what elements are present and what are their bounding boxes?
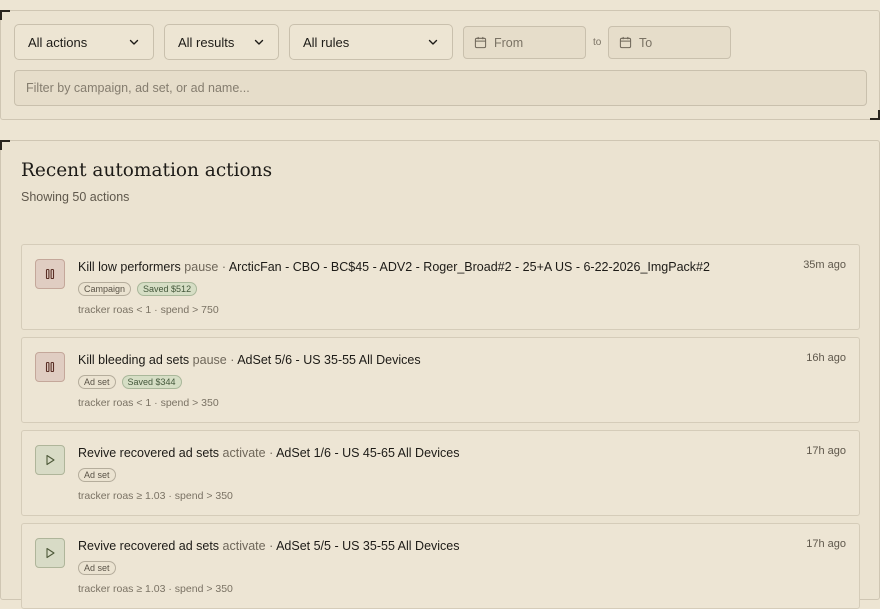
rule-name: Kill low performers bbox=[78, 260, 181, 274]
rule-name: Revive recovered ad sets bbox=[78, 539, 220, 553]
rule-condition: tracker roas ≥ 1.03 · spend > 350 bbox=[78, 583, 233, 595]
corner-mark-bottom-right bbox=[870, 110, 880, 120]
savings-badge: Saved $344 bbox=[121, 375, 182, 389]
action-target: AdSet 5/6 - US 35-55 All Devices bbox=[237, 353, 421, 367]
date-to-input[interactable]: To bbox=[608, 26, 731, 59]
play-icon bbox=[35, 445, 65, 475]
action-filter-value: All actions bbox=[28, 34, 88, 50]
date-from-input[interactable]: From bbox=[463, 26, 586, 59]
play-icon bbox=[35, 538, 65, 568]
rule-filter-select[interactable]: All rules bbox=[289, 24, 453, 60]
calendar-icon bbox=[619, 36, 632, 49]
rule-name: Revive recovered ad sets bbox=[78, 446, 220, 460]
rule-condition: tracker roas ≥ 1.03 · spend > 350 bbox=[78, 490, 233, 502]
level-badge: Campaign bbox=[78, 282, 132, 296]
action-target: AdSet 1/6 - US 45-65 All Devices bbox=[276, 446, 460, 460]
rule-condition: tracker roas < 1 · spend > 350 bbox=[78, 397, 219, 409]
chevron-down-icon bbox=[129, 39, 139, 45]
action-row[interactable]: Revive recovered ad sets activate · AdSe… bbox=[21, 523, 860, 609]
action-count: Showing 50 actions bbox=[21, 190, 130, 204]
result-filter-value: All results bbox=[178, 34, 235, 50]
savings-badge: Saved $512 bbox=[137, 282, 198, 296]
rule-name: Kill bleeding ad sets bbox=[78, 353, 190, 367]
action-summary: Revive recovered ad sets activate · AdSe… bbox=[78, 446, 460, 460]
action-summary: Kill low performers pause · ArcticFan - … bbox=[78, 260, 710, 274]
action-summary: Kill bleeding ad sets pause · AdSet 5/6 … bbox=[78, 353, 421, 367]
pause-icon bbox=[35, 352, 65, 382]
filter-panel: All actions All results All rules From t… bbox=[0, 10, 880, 120]
date-from-placeholder: From bbox=[494, 35, 524, 50]
recent-actions-panel: Recent automation actions Showing 50 act… bbox=[0, 140, 880, 609]
rule-filter-value: All rules bbox=[303, 34, 350, 50]
separator: · bbox=[221, 260, 227, 274]
date-to-placeholder: To bbox=[639, 35, 653, 50]
badge-group: Ad set bbox=[78, 468, 116, 482]
badge-group: Ad set bbox=[78, 561, 116, 575]
action-target: ArcticFan - CBO - BC$45 - ADV2 - Roger_B… bbox=[228, 260, 710, 274]
result-filter-select[interactable]: All results bbox=[164, 24, 279, 60]
level-badge: Ad set bbox=[78, 468, 116, 482]
search-input[interactable] bbox=[14, 70, 867, 106]
badge-group: Campaign Saved $512 bbox=[78, 282, 198, 296]
chevron-down-icon bbox=[428, 39, 438, 45]
separator: · bbox=[269, 446, 274, 460]
badge-group: Ad set Saved $344 bbox=[78, 375, 182, 389]
action-verb: pause bbox=[192, 353, 227, 367]
timestamp: 35m ago bbox=[803, 259, 846, 271]
pause-icon bbox=[35, 259, 65, 289]
timestamp: 17h ago bbox=[806, 538, 846, 550]
action-filter-select[interactable]: All actions bbox=[14, 24, 154, 60]
page-title: Recent automation actions bbox=[21, 160, 273, 181]
calendar-icon bbox=[474, 36, 487, 49]
action-row[interactable]: Kill low performers pause · ArcticFan - … bbox=[21, 244, 860, 330]
rule-condition: tracker roas < 1 · spend > 750 bbox=[78, 304, 219, 316]
date-range-separator: to bbox=[593, 37, 602, 48]
chevron-down-icon bbox=[254, 39, 264, 45]
level-badge: Ad set bbox=[78, 375, 116, 389]
action-verb: activate bbox=[222, 446, 266, 460]
action-summary: Revive recovered ad sets activate · AdSe… bbox=[78, 539, 460, 553]
action-row[interactable]: Revive recovered ad sets activate · AdSe… bbox=[21, 430, 860, 516]
corner-mark-top-left bbox=[0, 140, 10, 150]
separator: · bbox=[230, 353, 235, 367]
action-target: AdSet 5/5 - US 35-55 All Devices bbox=[276, 539, 460, 553]
action-row[interactable]: Kill bleeding ad sets pause · AdSet 5/6 … bbox=[21, 337, 860, 423]
action-verb: pause bbox=[184, 260, 219, 274]
separator: · bbox=[269, 539, 274, 553]
timestamp: 16h ago bbox=[806, 352, 846, 364]
timestamp: 17h ago bbox=[806, 445, 846, 457]
corner-mark-top-left bbox=[0, 10, 10, 20]
level-badge: Ad set bbox=[78, 561, 116, 575]
action-verb: activate bbox=[222, 539, 266, 553]
